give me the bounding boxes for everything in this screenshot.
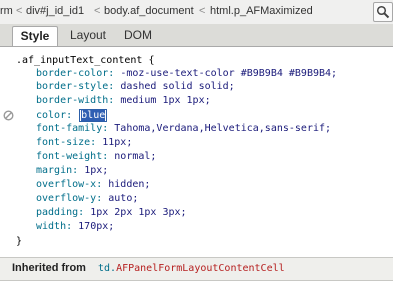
property-value[interactable]: hidden; bbox=[108, 179, 150, 190]
search-button[interactable] bbox=[373, 2, 393, 22]
value-editor-input[interactable]: blue bbox=[79, 109, 108, 122]
property-value[interactable]: medium 1px 1px; bbox=[120, 95, 210, 106]
property-value[interactable]: normal; bbox=[114, 151, 156, 162]
property-name[interactable]: border-color: bbox=[36, 68, 114, 79]
breadcrumb: rm < div#j_id_id1 < body.af_document < h… bbox=[0, 0, 393, 25]
property-name[interactable]: margin: bbox=[36, 165, 78, 176]
selected-value-text[interactable]: blue bbox=[81, 110, 106, 121]
css-declaration[interactable]: border-width: medium 1px 1px; bbox=[36, 95, 211, 107]
search-icon bbox=[376, 5, 390, 19]
inherited-label: Inherited from bbox=[12, 262, 86, 274]
panel-tabs: Style Layout DOM bbox=[0, 24, 393, 47]
property-value[interactable]: 170px; bbox=[78, 221, 114, 232]
property-value[interactable]: 1px; bbox=[84, 165, 108, 176]
style-rule-pane: .af_inputText_content { border-color: -m… bbox=[0, 47, 393, 257]
css-declaration[interactable]: border-color: -moz-use-text-color #B9B9B… bbox=[36, 68, 337, 80]
tab-layout[interactable]: Layout bbox=[62, 26, 114, 45]
property-name[interactable]: color: bbox=[36, 110, 72, 121]
property-name[interactable]: border-style: bbox=[36, 81, 114, 92]
rule-selector[interactable]: .af_inputText_content { bbox=[16, 55, 154, 67]
inherited-selector-link[interactable]: td.AFPanelFormLayoutContentCell bbox=[98, 258, 285, 279]
breadcrumb-item[interactable]: html.p_AFMaximized bbox=[210, 5, 313, 17]
tab-style[interactable]: Style bbox=[12, 26, 58, 46]
css-declaration-editing[interactable]: color: blue bbox=[36, 109, 108, 122]
property-value[interactable]: 1px 2px 1px 3px; bbox=[90, 207, 186, 218]
property-name[interactable]: width: bbox=[36, 221, 72, 232]
css-declaration[interactable]: font-weight: normal; bbox=[36, 151, 156, 163]
property-name[interactable]: font-family: bbox=[36, 123, 108, 134]
css-declaration[interactable]: border-style: dashed solid solid; bbox=[36, 81, 235, 93]
css-declaration[interactable]: overflow-y: auto; bbox=[36, 193, 138, 205]
css-declaration[interactable]: font-family: Tahoma,Verdana,Helvetica,sa… bbox=[36, 123, 331, 135]
property-name[interactable]: font-weight: bbox=[36, 151, 108, 162]
property-name[interactable]: padding: bbox=[36, 207, 84, 218]
css-declaration[interactable]: margin: 1px; bbox=[36, 165, 108, 177]
inherited-class[interactable]: AFPanelFormLayoutContentCell bbox=[116, 263, 285, 274]
rule-closing-brace: } bbox=[16, 236, 23, 247]
breadcrumb-separator: < bbox=[16, 5, 23, 17]
property-value[interactable]: auto; bbox=[108, 193, 138, 204]
property-name[interactable]: font-size: bbox=[36, 137, 96, 148]
breadcrumb-separator: < bbox=[94, 5, 101, 17]
css-declaration[interactable]: padding: 1px 2px 1px 3px; bbox=[36, 207, 187, 219]
css-declaration[interactable]: font-size: 11px; bbox=[36, 137, 132, 149]
property-value[interactable]: -moz-use-text-color #B9B9B4 #B9B9B4; bbox=[120, 68, 337, 79]
property-value[interactable]: 11px; bbox=[102, 137, 132, 148]
tab-dom[interactable]: DOM bbox=[118, 26, 158, 45]
breadcrumb-item[interactable]: div#j_id_id1 bbox=[26, 5, 84, 17]
property-name[interactable]: overflow-x: bbox=[36, 179, 102, 190]
breadcrumb-item[interactable]: rm bbox=[0, 5, 13, 17]
breadcrumb-item[interactable]: body.af_document bbox=[104, 5, 194, 17]
inherited-tag[interactable]: td. bbox=[98, 263, 116, 274]
property-value[interactable]: Tahoma,Verdana,Helvetica,sans-serif; bbox=[114, 123, 331, 134]
inherited-section-header: Inherited from td.AFPanelFormLayoutConte… bbox=[0, 257, 393, 281]
disable-property-icon[interactable] bbox=[3, 110, 14, 121]
property-value[interactable]: dashed solid solid; bbox=[120, 81, 234, 92]
breadcrumb-separator: < bbox=[199, 5, 206, 17]
css-declaration[interactable]: overflow-x: hidden; bbox=[36, 179, 150, 191]
css-declaration[interactable]: width: 170px; bbox=[36, 221, 114, 233]
property-name[interactable]: border-width: bbox=[36, 95, 114, 106]
property-name[interactable]: overflow-y: bbox=[36, 193, 102, 204]
